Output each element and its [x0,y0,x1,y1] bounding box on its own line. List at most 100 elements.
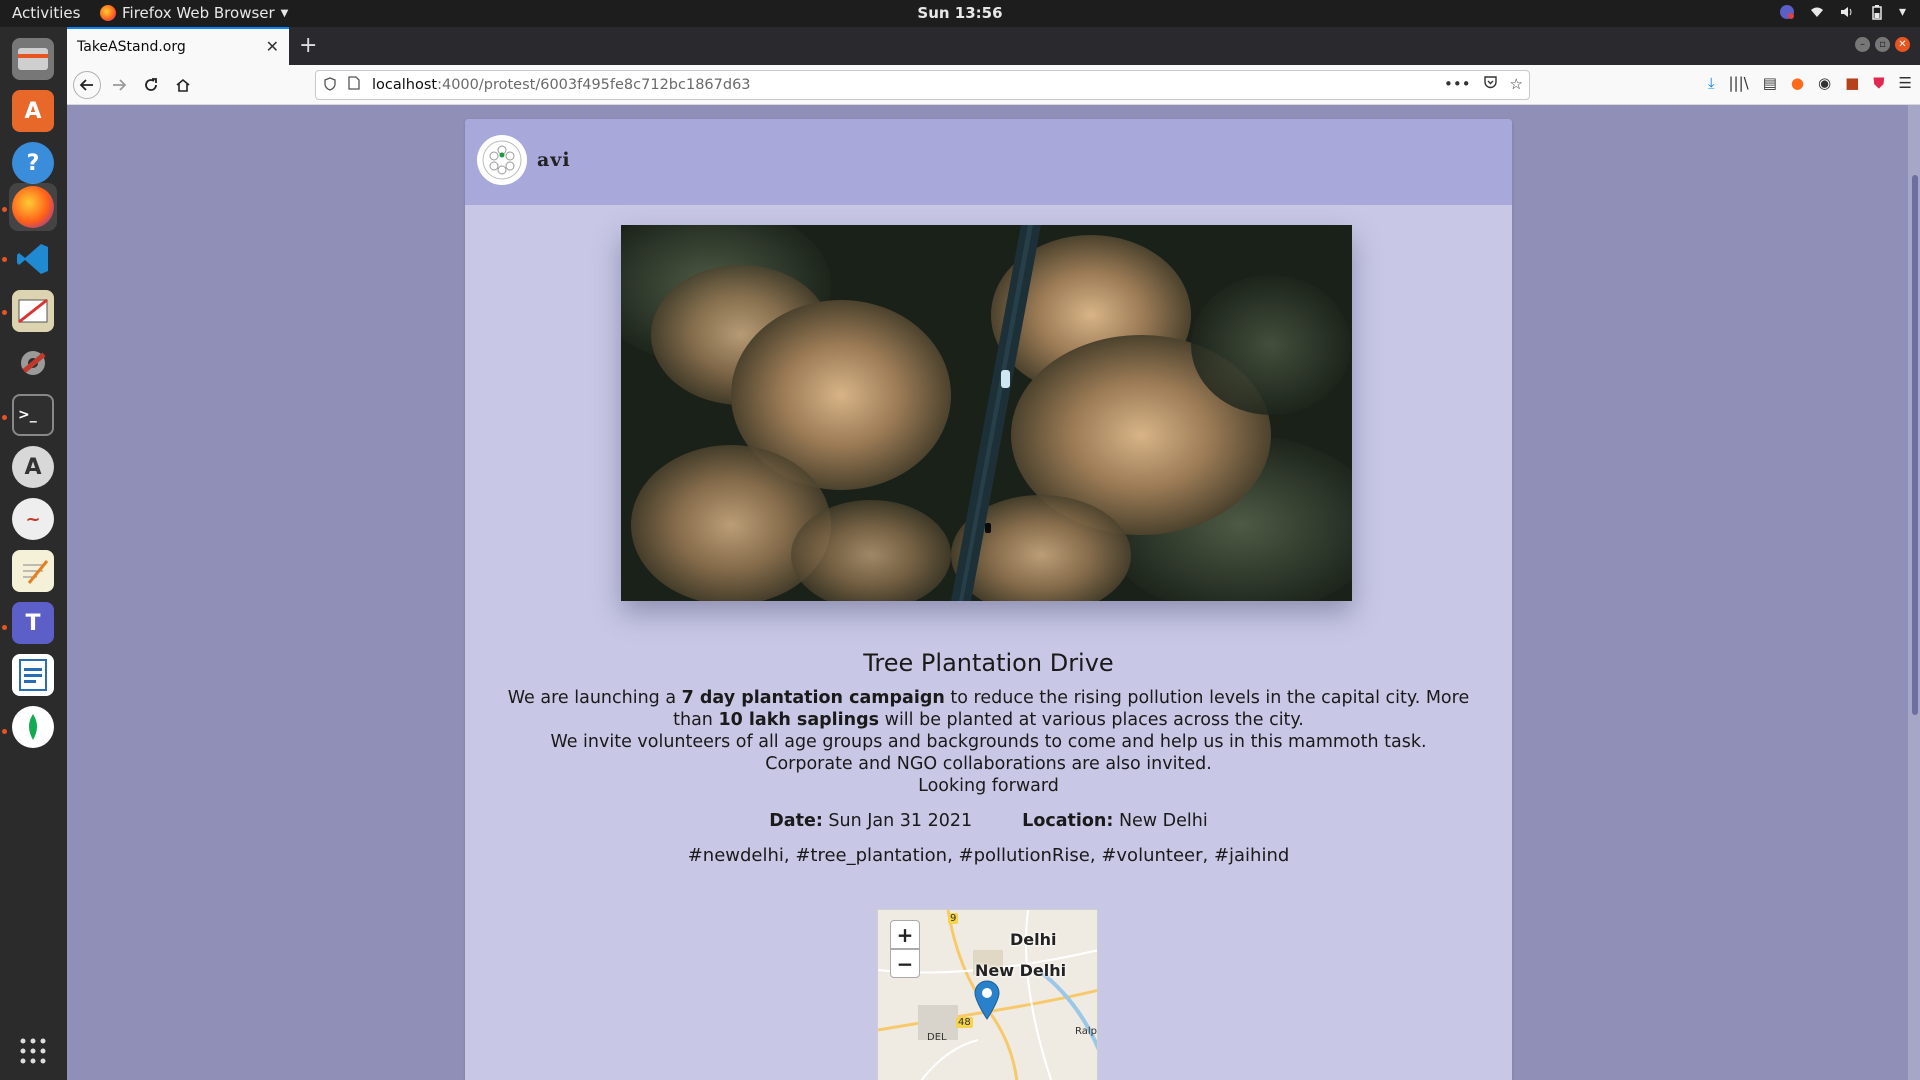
description-line-4: Looking forward [918,776,1059,796]
downloads-icon[interactable]: ⤓ [1708,74,1715,92]
dock-writer[interactable] [9,651,57,699]
map-marker-icon[interactable] [974,980,1000,1020]
dock-terminal[interactable]: >_ [9,391,57,439]
page-scrollbar[interactable] [1908,105,1920,1080]
map-label-new-delhi: New Delhi [975,961,1067,980]
forward-button[interactable] [105,71,133,99]
running-indicator [2,729,7,734]
wifi-icon[interactable] [1809,4,1825,20]
new-tab-button[interactable]: + [299,33,317,58]
map-label-ralp: Ralp [1075,1026,1097,1037]
dock-settings-tool[interactable] [9,339,57,387]
tracking-shield-icon[interactable] [324,77,336,95]
software-center-icon: A [12,90,54,132]
zoom-out-button[interactable]: − [890,949,920,978]
library-icon[interactable]: |||\ [1729,74,1749,92]
system-tray[interactable]: ▾ [1779,4,1906,20]
description-line-2: We invite volunteers of all age groups a… [550,732,1427,752]
system-menu-chevron-icon[interactable]: ▾ [1899,4,1906,20]
extension-orange-icon[interactable]: ● [1791,74,1804,92]
dock-show-apps[interactable] [9,1027,57,1075]
sidebar-icon[interactable]: ▤ [1763,74,1777,92]
running-indicator [2,310,7,315]
location-value: New Delhi [1118,811,1208,831]
show-apps-icon [12,1030,54,1072]
bookmark-star-icon[interactable]: ☆ [1510,75,1523,94]
protest-details: Tree Plantation Drive We are launching a… [465,649,1512,866]
scrollbar-thumb[interactable] [1912,175,1918,715]
arrow-left-icon [79,79,93,91]
organisation-logo-icon [482,140,522,180]
extension-brown-icon[interactable]: ■ [1845,74,1859,92]
clock[interactable]: Sun 13:56 [0,4,1920,22]
protest-card: avi Tree Plantation Drive We are launchi… [465,119,1512,1080]
protest-title: Tree Plantation Drive [863,649,1114,677]
protest-description: We are launching a 7 day plantation camp… [499,687,1479,797]
battery-icon[interactable] [1869,4,1885,20]
navigation-toolbar: localhost:4000/protest/6003f495fe8c712bc… [67,65,1920,105]
description-line-3: Corporate and NGO collaborations are als… [765,754,1212,774]
tab-takeastand[interactable]: TakeAStand.org ✕ [67,27,289,65]
description-line-1: We are launching a 7 day plantation camp… [499,687,1479,731]
pocket-icon[interactable] [1483,75,1498,94]
desc-text-3: will be planted at various places across… [879,710,1304,730]
dock-software-updater[interactable]: A [9,443,57,491]
username[interactable]: avi [537,149,571,171]
location-label: Location: [1022,811,1114,831]
map-label-delhi: Delhi [1010,930,1057,949]
dock-rabbitvcs[interactable] [9,287,57,335]
url-host: localhost [372,77,438,93]
maximize-button[interactable]: ▫ [1875,37,1890,52]
minimize-button[interactable]: – [1855,37,1870,52]
extension-red-shield-icon[interactable]: ⛊ [1873,74,1884,92]
rabbitvcs-icon [12,290,54,332]
url-bar[interactable]: localhost:4000/protest/6003f495fe8c712bc… [315,70,1530,100]
dock-vscode[interactable] [9,235,57,283]
url-text[interactable]: localhost:4000/protest/6003f495fe8c712bc… [372,77,751,93]
home-button[interactable] [169,71,197,99]
date-value: Sun Jan 31 2021 [828,811,973,831]
page-info-icon[interactable] [348,76,360,94]
date-info: Date: Sun Jan 31 2021 [769,811,972,831]
running-indicator [2,257,7,262]
zoom-in-button[interactable]: + [890,920,920,949]
settings-tool-icon [12,342,54,384]
running-indicator [2,207,7,212]
software-updater-icon: A [12,446,54,488]
dock: A ? >_ A ~ T [0,27,67,1080]
dock-software-center[interactable]: A [9,87,57,135]
url-actions: ••• ☆ [1444,75,1523,94]
teams-icon: T [12,602,54,644]
protest-banner-image [621,225,1352,601]
home-icon [176,78,190,92]
dock-text-editor[interactable] [9,547,57,595]
dock-files[interactable] [9,35,57,83]
desc-bold-2: 10 lakh saplings [718,710,880,730]
close-window-button[interactable]: ✕ [1895,37,1910,52]
dock-mongodb-compass[interactable] [9,703,57,751]
close-tab-icon[interactable]: ✕ [266,37,279,56]
vscode-icon [12,238,54,280]
account-icon[interactable]: ◉ [1818,74,1831,92]
help-icon: ? [12,142,54,184]
reload-button[interactable] [137,71,165,99]
tab-title: TakeAStand.org [77,39,186,55]
page-actions-icon[interactable]: ••• [1444,75,1471,94]
road-shield-48: 48 [956,1017,973,1028]
teams-tray-icon[interactable] [1779,4,1795,20]
url-path: :4000/protest/6003f495fe8c712bc1867d63 [437,77,751,93]
dock-firefox[interactable] [9,183,57,231]
dock-teams[interactable]: T [9,599,57,647]
dock-screen-recorder[interactable]: ~ [9,495,57,543]
system-top-bar: Activities Firefox Web Browser ▼ Sun 13:… [0,0,1920,27]
firefox-icon [12,186,54,228]
dock-help[interactable]: ? [9,139,57,187]
hashtags: #newdelhi, #tree_plantation, #pollutionR… [687,845,1290,866]
avatar[interactable] [477,135,527,185]
desc-text-1: We are launching a [507,688,682,708]
back-button[interactable] [73,71,101,99]
running-indicator [2,415,7,420]
location-map[interactable]: + − Delhi New Delhi DEL Ralp 9 48 [877,909,1098,1080]
volume-icon[interactable] [1839,4,1855,20]
menu-hamburger-icon[interactable]: ☰ [1899,74,1912,92]
